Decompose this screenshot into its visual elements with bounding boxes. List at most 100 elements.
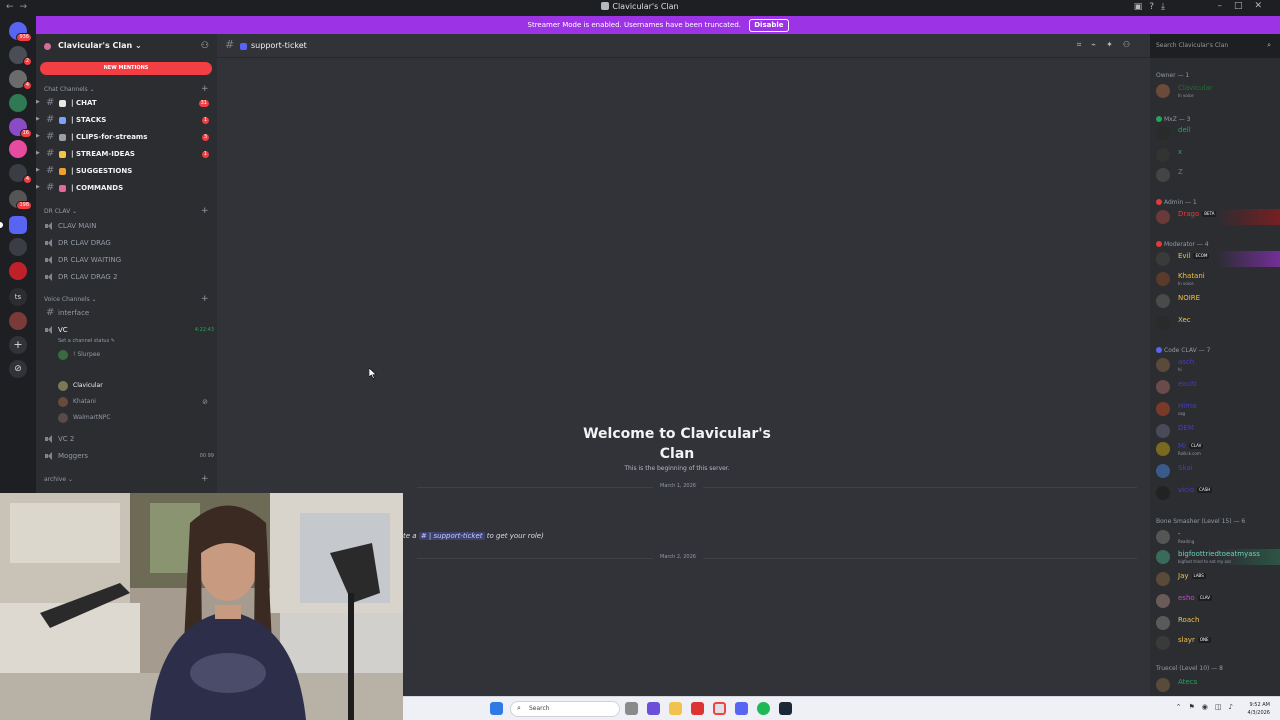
channel-stacks[interactable]: ▶ # | STACKS 1 (36, 113, 217, 128)
add-channel-icon[interactable]: + (201, 206, 209, 216)
voice-channel-clav-main[interactable]: CLAV MAIN (44, 220, 214, 234)
category-archive[interactable]: archive ⌄ + (44, 474, 209, 484)
member-item[interactable]: exciti (1156, 378, 1280, 396)
channel-mention[interactable]: # | support-ticket (418, 532, 485, 540)
add-channel-icon[interactable]: + (201, 84, 209, 94)
member-item[interactable]: Roach (1156, 614, 1280, 632)
member-item[interactable]: Atecs (1156, 676, 1280, 694)
file-explorer-icon[interactable] (669, 702, 682, 715)
member-item[interactable]: Jay LABS (1156, 570, 1280, 588)
home-server-icon[interactable]: 936 (9, 22, 32, 42)
app-icon[interactable] (647, 702, 660, 715)
member-item[interactable]: - Reading (1156, 528, 1280, 546)
discover-icon[interactable]: ⊘ (9, 360, 27, 378)
member-item[interactable]: bigfoottriedtoeatmyass bigfoot tried to e… (1156, 548, 1280, 566)
channel-stream-ideas[interactable]: ▶ # | STREAM-IDEAS 1 (36, 147, 217, 162)
channel-status[interactable]: Set a channel status ✎ (58, 338, 115, 344)
member-item[interactable]: Z (1156, 166, 1280, 184)
search-input[interactable]: Search Clavicular's Clan ⌕ (1150, 38, 1276, 54)
header-tools[interactable]: ⌗⌁✦⚇ (1077, 40, 1140, 50)
voice-channel-vc[interactable]: VC 4:22:43 (44, 324, 214, 338)
server-icon[interactable]: 2 (9, 46, 32, 66)
member-item[interactable]: Skai (1156, 462, 1280, 480)
category-dr-clav[interactable]: DR CLAV ⌄ + (44, 206, 209, 216)
voice-user[interactable]: ! Slurpee (58, 349, 208, 362)
server-icon[interactable] (9, 262, 27, 280)
avatar (1156, 148, 1170, 162)
member-name: DEM (1178, 424, 1194, 432)
channel-label: | SUGGESTIONS (71, 167, 133, 175)
channel-suggestions[interactable]: ▶ # | SUGGESTIONS (36, 164, 217, 179)
window-controls[interactable]: –□✕ (1217, 1, 1274, 11)
member-item[interactable]: Evil ECOM (1156, 250, 1280, 268)
member-item[interactable]: Khatani In voice (1156, 270, 1280, 288)
app-icon[interactable] (691, 702, 704, 715)
channel-clips-for-streams[interactable]: ▶ # | CLIPS-for-streams 3 (36, 130, 217, 145)
member-item[interactable]: Hima sag (1156, 400, 1280, 418)
voice-channel-dr-clav-drag-2[interactable]: DR CLAV DRAG 2 (44, 271, 214, 285)
channel-interface[interactable]: # interface (36, 306, 217, 321)
badge: 4 (22, 81, 32, 90)
add-channel-icon[interactable]: + (201, 474, 209, 484)
voice-user-name: Clavicular (73, 382, 103, 389)
voice-channel-moggers[interactable]: Moggers 00 99 (44, 450, 214, 464)
member-item[interactable]: Drago BETA (1156, 208, 1280, 226)
active-server-icon[interactable] (9, 216, 27, 234)
speaker-icon (44, 222, 53, 230)
voice-channel-vc-2[interactable]: VC 2 (44, 433, 214, 447)
disable-button[interactable]: Disable (749, 19, 789, 32)
clock-date: 4/3/2026 (1247, 710, 1270, 716)
steam-icon[interactable] (779, 702, 792, 715)
member-name: NOIRE (1178, 294, 1200, 302)
server-icon[interactable]: 198 (9, 190, 32, 210)
member-item[interactable]: NOIRE (1156, 292, 1280, 310)
channel-commands[interactable]: ▶ # | COMMANDS (36, 181, 217, 196)
voice-user[interactable]: WalmartNPC (58, 412, 208, 425)
clip-icon (59, 134, 66, 141)
server-icon[interactable]: 4 (9, 70, 32, 90)
system-tray[interactable]: ⌃⚑◉◫♪ (1176, 703, 1240, 711)
server-icon[interactable]: 16 (9, 118, 32, 138)
voice-channel-dr-clav-waiting[interactable]: DR CLAV WAITING (44, 254, 214, 268)
chrome-icon[interactable] (713, 702, 726, 715)
member-item[interactable]: Clavicular In voice (1156, 82, 1280, 100)
server-icon[interactable] (9, 238, 27, 256)
member-item[interactable]: asch hi (1156, 356, 1280, 374)
voice-user[interactable]: Khatani ⊘ (58, 396, 208, 409)
server-icon[interactable] (9, 312, 27, 330)
discord-icon (601, 2, 610, 10)
server-icon[interactable] (9, 94, 27, 112)
category-voice-channels[interactable]: Voice Channels ⌄ + (44, 294, 209, 304)
member-item[interactable]: DEM (1156, 422, 1280, 440)
titlebar-tools-icon[interactable]: ▣?⤓ (1134, 2, 1172, 12)
discord-taskbar-icon[interactable] (735, 702, 748, 715)
member-item[interactable]: x (1156, 146, 1280, 164)
category-chat-channels[interactable]: Chat Channels ⌄ + (44, 84, 209, 94)
voice-user[interactable]: Clavicular (58, 380, 208, 393)
clock[interactable]: 9:52 AM 4/3/2026 (1248, 701, 1270, 717)
server-icon[interactable]: 4 (9, 164, 32, 184)
windows-start-icon[interactable] (490, 702, 503, 715)
member-name-text: Xec (1178, 316, 1191, 324)
server-header[interactable]: Clavicular's Clan ⌄ ⚇ (36, 40, 217, 54)
member-name: Mi CLAV (1178, 442, 1204, 450)
server-icon[interactable] (9, 140, 27, 158)
member-item[interactable]: Mi CLAV Rollick.com (1156, 440, 1280, 458)
member-item[interactable]: Xec (1156, 314, 1280, 332)
member-item[interactable]: dell (1156, 124, 1280, 142)
taskbar-search[interactable]: ⌕ Search (510, 701, 620, 717)
server-icon[interactable]: ts (9, 288, 27, 306)
voice-channel-dr-clav-drag[interactable]: DR CLAV DRAG (44, 237, 214, 251)
spotify-icon[interactable] (757, 702, 770, 715)
member-item[interactable]: esho CLAV (1156, 592, 1280, 610)
add-server-icon[interactable]: + (9, 336, 27, 354)
channel-chat[interactable]: ▶ # | CHAT 31 (36, 96, 217, 111)
new-mentions-pill[interactable]: NEW MENTIONS (40, 62, 212, 75)
add-member-icon[interactable]: ⚇ (201, 41, 209, 51)
search-icon: ⌕ (517, 704, 521, 712)
add-channel-icon[interactable]: + (201, 294, 209, 304)
channel-status-text: Set a channel status (58, 338, 110, 344)
member-item[interactable]: slayr ONE (1156, 634, 1280, 652)
member-item[interactable]: vicio CASH (1156, 484, 1280, 502)
task-view-icon[interactable] (625, 702, 638, 715)
